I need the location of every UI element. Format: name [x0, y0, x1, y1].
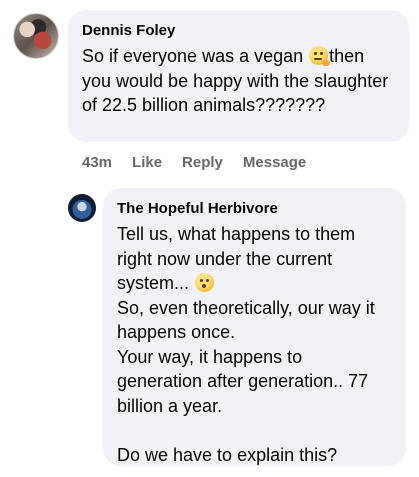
comment-text: So if everyone was a vegan then you woul… — [82, 44, 395, 118]
reply-text-part: So, even theoretically, our way it happe… — [117, 297, 375, 465]
comment-actions: 43m Like Reply Message — [82, 154, 306, 172]
comment-timestamp[interactable]: 43m — [82, 154, 112, 172]
message-button[interactable]: Message — [243, 154, 306, 172]
thinking-face-emoji-icon — [309, 46, 331, 66]
like-button[interactable]: Like — [132, 154, 162, 172]
reply-bubble: The Hopeful Herbivore Tell us, what happ… — [103, 188, 406, 466]
comment-text-part: So if everyone was a vegan — [82, 46, 309, 66]
avatar[interactable] — [68, 194, 96, 222]
avatar[interactable] — [13, 13, 59, 59]
reply-author[interactable]: The Hopeful Herbivore — [117, 200, 392, 218]
reply-button[interactable]: Reply — [182, 154, 223, 172]
reply-text-part: Tell us, what happens to them right now … — [117, 224, 361, 293]
comment-bubble: Dennis Foley So if everyone was a vegan … — [68, 10, 409, 142]
flushed-face-emoji-icon — [195, 273, 215, 292]
comment-author[interactable]: Dennis Foley — [82, 22, 395, 40]
reply-text: Tell us, what happens to them right now … — [117, 222, 392, 467]
